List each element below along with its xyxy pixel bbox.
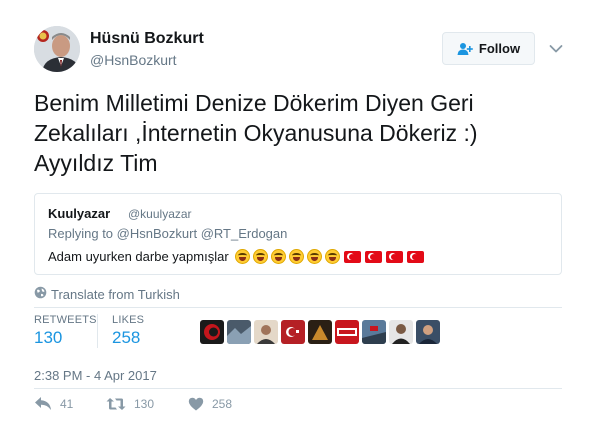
- add-user-icon: [457, 42, 473, 56]
- turkey-flag-icon: [385, 250, 403, 263]
- chevron-down-icon[interactable]: [549, 41, 563, 53]
- tweet-header: Hüsnü Bozkurt @HsnBozkurt Follow: [34, 26, 574, 76]
- translate-link[interactable]: Translate from Turkish: [34, 286, 180, 302]
- author-avatar[interactable]: [34, 26, 80, 72]
- replying-to-link[interactable]: @HsnBozkurt: [117, 226, 197, 241]
- liker-avatar[interactable]: [389, 320, 413, 344]
- divider: [34, 307, 562, 308]
- retweets-stat[interactable]: RETWEETS 130: [34, 314, 97, 348]
- liker-avatar[interactable]: [254, 320, 278, 344]
- divider: [34, 388, 562, 389]
- translate-label: Translate from Turkish: [51, 286, 180, 302]
- like-count: 258: [212, 396, 233, 411]
- turkey-flag-icon: [364, 250, 382, 263]
- liker-avatar[interactable]: [335, 320, 359, 344]
- likes-stat[interactable]: LIKES 258: [112, 314, 144, 348]
- liker-avatar[interactable]: [416, 320, 440, 344]
- heart-icon: [188, 397, 204, 411]
- liker-avatar[interactable]: [362, 320, 386, 344]
- quoted-tweet-text-line: Adam uyurken darbe yapmışlar: [48, 249, 424, 264]
- face-with-tears-of-joy-icon: [234, 249, 250, 264]
- face-with-tears-of-joy-icon: [288, 249, 304, 264]
- likes-count: 258: [112, 328, 141, 347]
- retweets-label: RETWEETS: [34, 314, 97, 326]
- retweet-button[interactable]: 130: [106, 397, 188, 411]
- quoted-tweet[interactable]: Kuulyazar @kuulyazar Replying to @HsnBoz…: [34, 193, 562, 275]
- follow-button-label: Follow: [478, 41, 521, 56]
- reply-icon: [34, 396, 52, 411]
- face-with-tears-of-joy-icon: [324, 249, 340, 264]
- liker-avatar[interactable]: [200, 320, 224, 344]
- turkey-flag-icon: [343, 250, 361, 263]
- reply-button[interactable]: 41: [34, 396, 106, 411]
- quoted-tweet-text: Adam uyurken darbe yapmışlar: [48, 249, 229, 264]
- tweet-actions: 41 130 258: [34, 396, 232, 411]
- like-button[interactable]: 258: [188, 397, 232, 411]
- stat-divider: [97, 314, 98, 348]
- author-name[interactable]: Hüsnü Bozkurt: [90, 30, 204, 48]
- face-with-tears-of-joy-icon: [252, 249, 268, 264]
- reply-count: 41: [60, 396, 74, 411]
- globe-icon: [34, 286, 47, 302]
- face-with-tears-of-joy-icon: [306, 249, 322, 264]
- quoted-author-name: Kuulyazar: [48, 206, 111, 221]
- tweet-text: Benim Milletimi Denize Dökerim Diyen Ger…: [34, 90, 478, 176]
- replying-to-line: Replying to @HsnBozkurt @RT_Erdogan: [48, 226, 287, 241]
- face-with-tears-of-joy-icon: [270, 249, 286, 264]
- liker-avatar[interactable]: [308, 320, 332, 344]
- retweets-count: 130: [34, 328, 63, 347]
- likes-label: LIKES: [112, 314, 145, 326]
- tweet-timestamp[interactable]: 2:38 PM - 4 Apr 2017: [34, 368, 157, 383]
- author-handle[interactable]: @HsnBozkurt: [90, 52, 177, 68]
- quoted-author-handle: @kuulyazar: [128, 207, 192, 221]
- retweet-count: 130: [134, 396, 155, 411]
- replying-to-link[interactable]: @RT_Erdogan: [201, 226, 288, 241]
- retweet-icon: [106, 397, 126, 411]
- liker-avatar[interactable]: [281, 320, 305, 344]
- liker-avatar[interactable]: [227, 320, 251, 344]
- follow-button[interactable]: Follow: [442, 32, 535, 65]
- liker-avatars: [200, 320, 440, 344]
- emoji-row: [234, 249, 424, 264]
- turkey-flag-icon: [406, 250, 424, 263]
- replying-to-prefix: Replying to: [48, 226, 114, 241]
